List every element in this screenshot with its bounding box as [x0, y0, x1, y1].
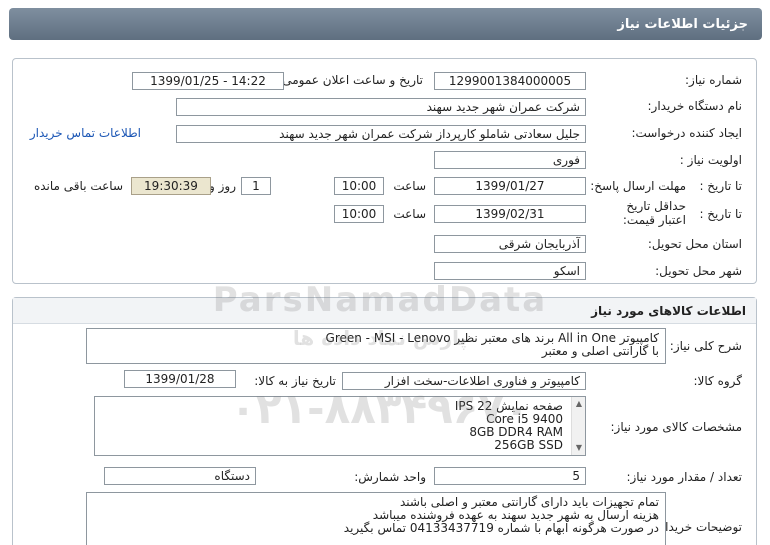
spec-line: 256GB SSD	[494, 438, 563, 452]
deadline-to-date-label: تا تاریخ :	[699, 179, 742, 193]
announce-label: تاریخ و ساعت اعلان عمومی:	[278, 73, 423, 87]
deadline-time-label: ساعت	[393, 179, 426, 193]
validity-time-label: ساعت	[393, 207, 426, 221]
validity-time-field: 10:00	[334, 205, 384, 223]
specs-field[interactable]: ▲ ▼ صفحه نمایش IPS 22 Core i5 9400 8GB D…	[94, 396, 586, 456]
deadline-date-field: 1399/01/27	[434, 177, 586, 195]
announce-field: 1399/01/25 - 14:22	[132, 72, 284, 90]
goods-section-header: اطلاعات کالاهای مورد نیاز	[13, 298, 756, 324]
summary-label: شرح کلی نیاز:	[669, 339, 742, 353]
deadline-label: مهلت ارسال پاسخ:	[590, 179, 686, 193]
goods-group-field: کامپیوتر و فناوری اطلاعات-سخت افزار	[342, 372, 586, 390]
buyer-field: شرکت عمران شهر جدید سهند	[176, 98, 586, 116]
page-title: جزئیات اطلاعات نیاز	[617, 16, 748, 32]
summary-line-2: با گارانتی اصلی و معتبر	[541, 344, 659, 358]
page-title-bar: جزئیات اطلاعات نیاز	[9, 8, 762, 40]
days-field: 1	[241, 177, 271, 195]
buyer-contact-link[interactable]: اطلاعات تماس خریدار	[30, 126, 141, 140]
remaining-label: ساعت باقی مانده	[33, 179, 123, 193]
creator-label: ایجاد کننده درخواست:	[631, 126, 742, 140]
validity-date-field: 1399/02/31	[434, 205, 586, 223]
specs-scrollbar[interactable]: ▲ ▼	[571, 397, 585, 455]
creator-field: جلیل سعادتی شاملو کارپرداز شرکت عمران شه…	[176, 125, 586, 143]
need-date-label: تاریخ نیاز به کالا:	[254, 374, 336, 388]
goods-info-panel: اطلاعات کالاهای مورد نیاز شرح کلی نیاز: …	[12, 297, 757, 545]
need-number-label: شماره نیاز:	[685, 73, 742, 87]
goods-group-label: گروه کالا:	[693, 374, 743, 388]
priority-label: اولویت نیاز :	[679, 153, 742, 167]
need-date-field: 1399/01/28	[124, 370, 236, 388]
need-info-panel: شماره نیاز: 1299001384000005 تاریخ و ساع…	[12, 58, 757, 284]
province-field: آذربایجان شرقی	[434, 235, 586, 253]
quantity-field: 5	[434, 467, 586, 485]
validity-label: حداقل تاریخ اعتبار قیمت:	[622, 199, 686, 227]
city-field: اسکو	[434, 262, 586, 280]
buyer-label: نام دستگاه خریدار:	[647, 99, 743, 113]
deadline-time-field: 10:00	[334, 177, 384, 195]
unit-label: واحد شمارش:	[354, 470, 426, 484]
priority-field: فوری	[434, 151, 586, 169]
quantity-label: تعداد / مقدار مورد نیاز:	[626, 470, 742, 484]
note-line: در صورت هرگونه ابهام با شماره 0413343771…	[343, 521, 659, 535]
remaining-time-field: 19:30:39	[131, 177, 211, 195]
buyer-notes-label: توضیحات خریدار:	[655, 520, 742, 534]
unit-field: دستگاه	[104, 467, 256, 485]
scroll-down-icon[interactable]: ▼	[574, 443, 584, 453]
buyer-notes-field: تمام تجهیزات باید دارای گارانتی معتبر و …	[86, 492, 666, 545]
summary-field: کامپیوتر All in One برند های معتبر نظیر …	[86, 328, 666, 364]
days-label: روز و	[209, 179, 236, 193]
validity-to-date-label: تا تاریخ :	[699, 207, 742, 221]
city-label: شهر محل تحویل:	[655, 264, 742, 278]
goods-section-title: اطلاعات کالاهای مورد نیاز	[591, 303, 746, 318]
scroll-up-icon[interactable]: ▲	[574, 399, 584, 409]
need-number-field: 1299001384000005	[434, 72, 586, 90]
province-label: استان محل تحویل:	[647, 237, 742, 251]
specs-label: مشخصات کالای مورد نیاز:	[610, 420, 742, 434]
